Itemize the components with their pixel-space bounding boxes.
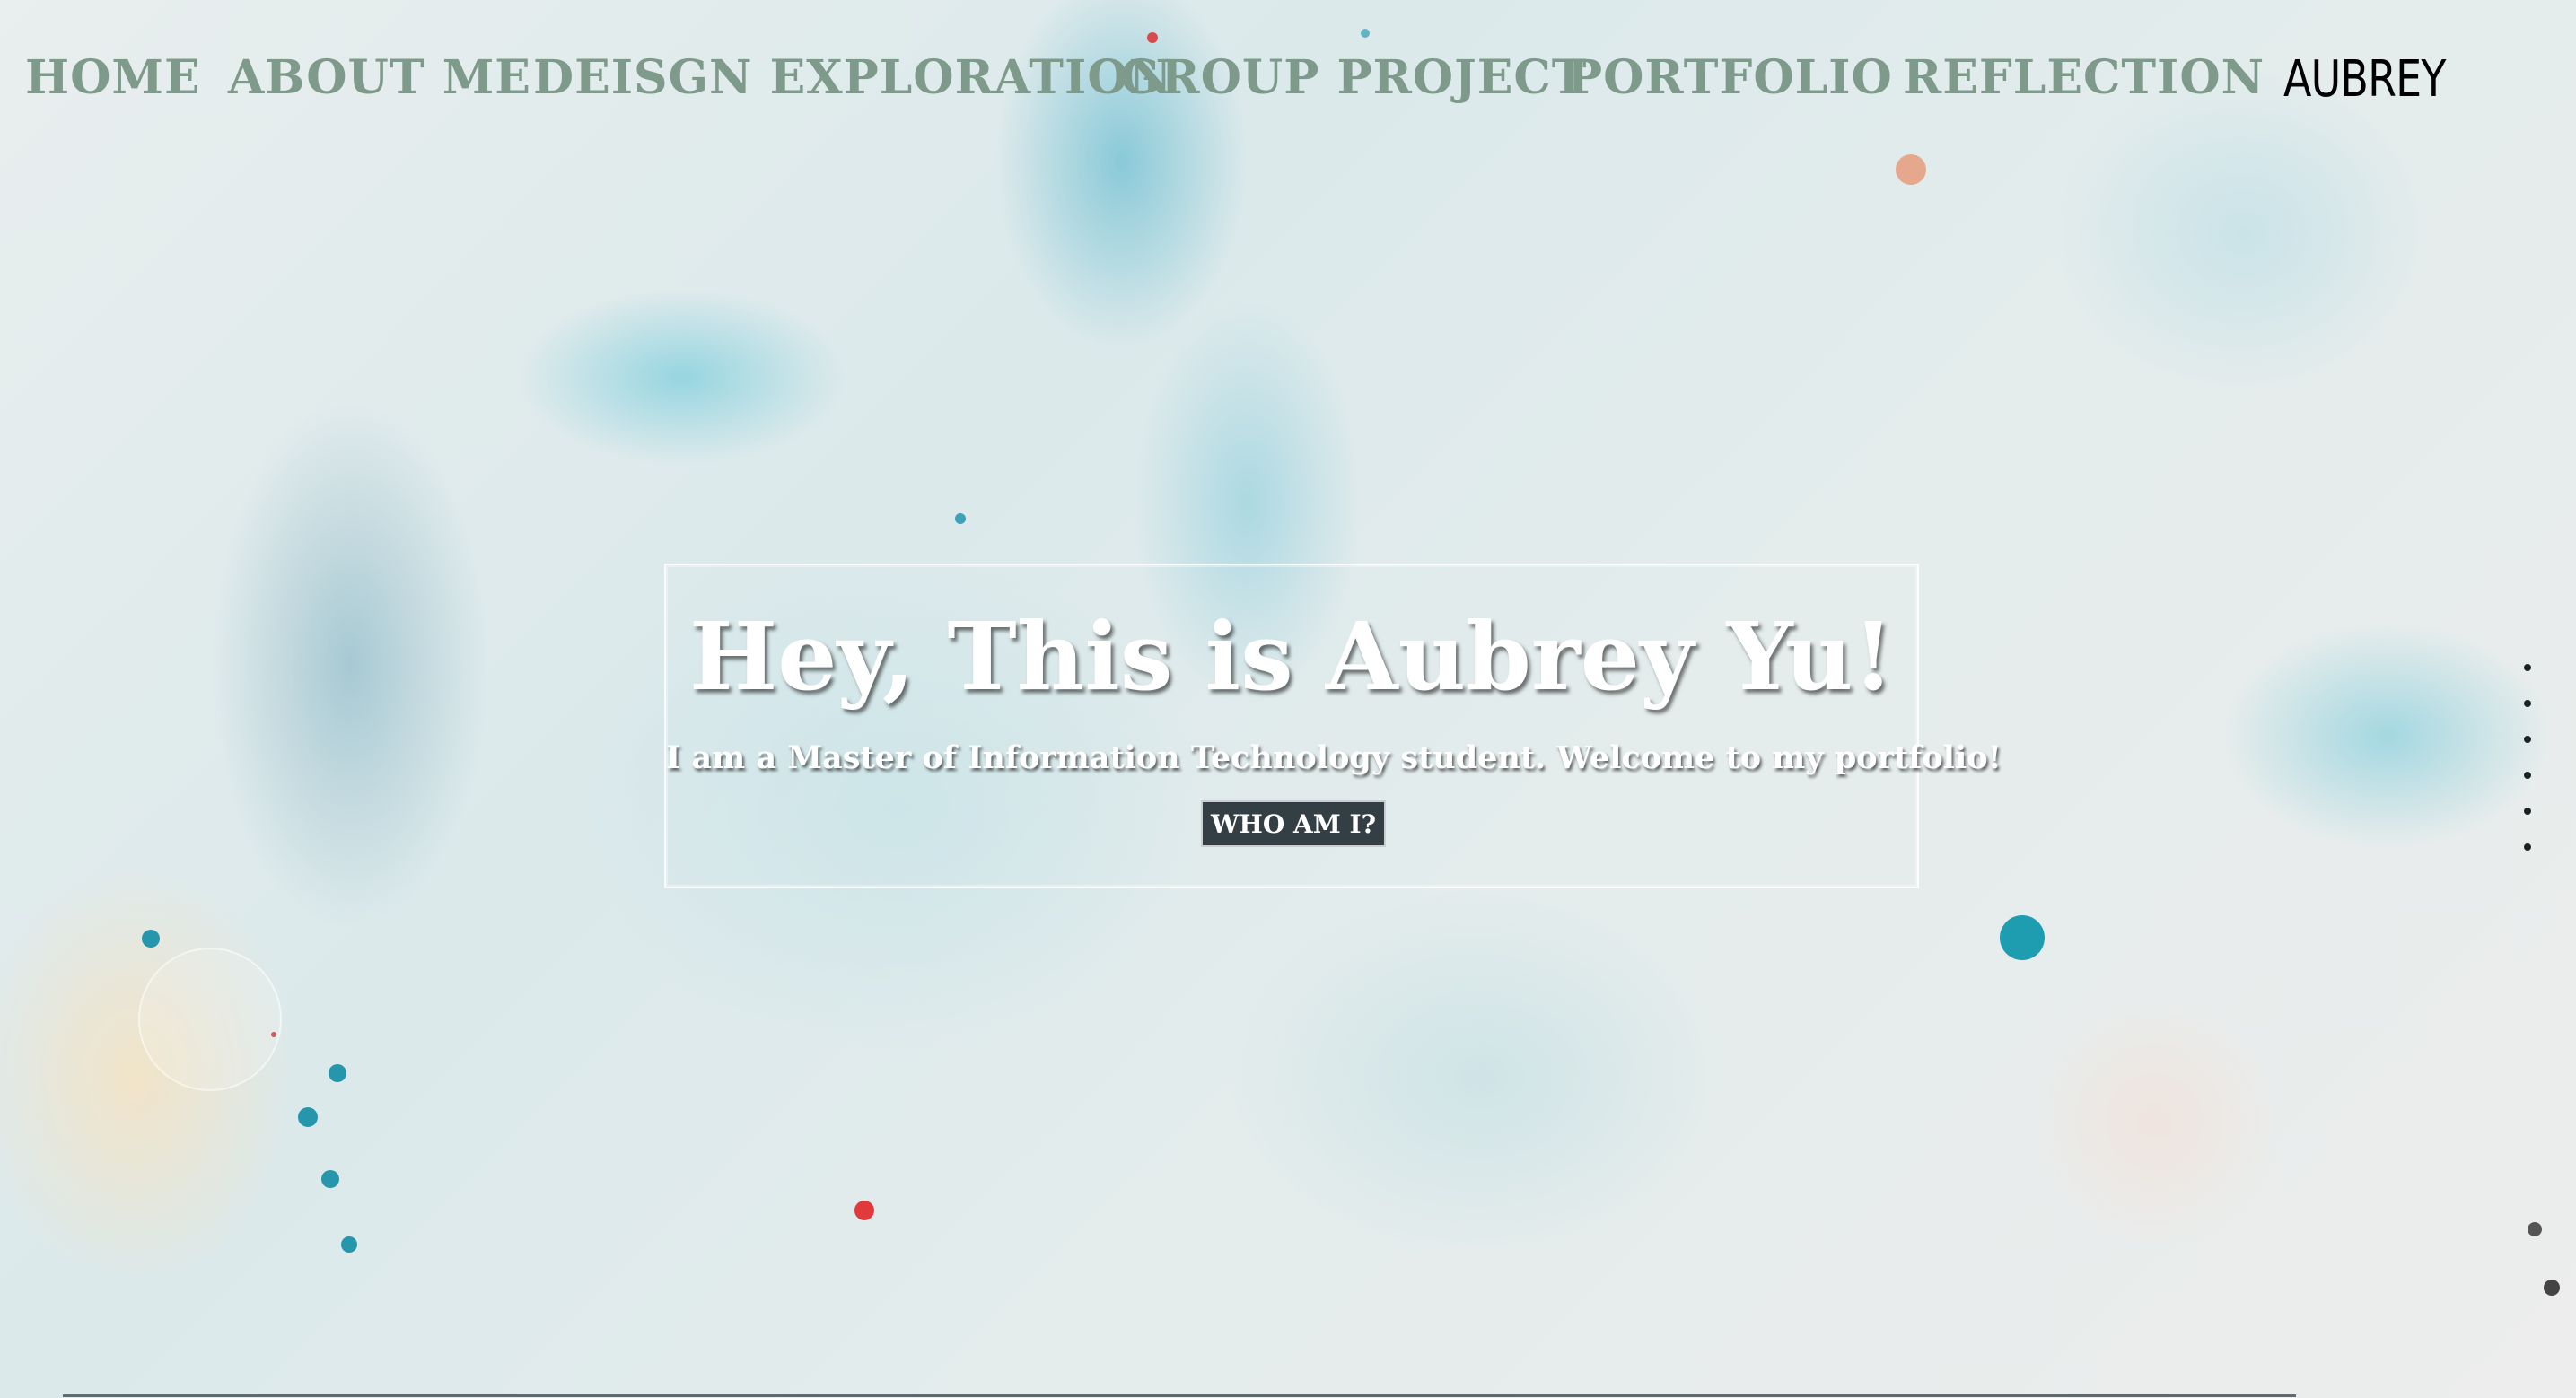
site-logo[interactable]: AUBREY xyxy=(2283,50,2446,109)
hero-card: Hey, This is Aubrey Yu! I am a Master of… xyxy=(664,564,2002,888)
hero-subtitle: I am a Master of Information Technology … xyxy=(666,739,2002,776)
paint-droplet xyxy=(321,1170,339,1188)
paint-droplet xyxy=(854,1201,874,1220)
nav-item-reflection[interactable]: REFLECTION xyxy=(1903,50,2265,105)
nav-item-about-me[interactable]: ABOUT ME xyxy=(228,50,531,105)
paint-droplet xyxy=(2528,1222,2542,1236)
paint-droplet xyxy=(142,930,160,948)
page-bottom-divider xyxy=(63,1394,2296,1397)
hero-title: Hey, This is Aubrey Yu! xyxy=(689,601,1894,712)
nav-item-portfolio[interactable]: PORTFOLIO xyxy=(1567,50,1893,105)
paint-droplet xyxy=(341,1236,357,1253)
paint-bubble xyxy=(138,948,282,1091)
paint-droplet xyxy=(2544,1280,2560,1296)
dot-icon[interactable] xyxy=(2524,843,2531,851)
paint-droplet xyxy=(298,1107,318,1127)
paint-droplet xyxy=(955,513,966,524)
who-am-i-button[interactable]: WHO AM I? xyxy=(1201,800,1386,847)
dot-icon[interactable] xyxy=(2524,700,2531,707)
paint-droplet xyxy=(1361,29,1370,38)
paint-droplet xyxy=(329,1064,346,1082)
dot-icon[interactable] xyxy=(2524,772,2531,779)
dot-icon[interactable] xyxy=(2524,664,2531,671)
nav-item-group-project[interactable]: GROUP PROJECT xyxy=(1120,50,1587,105)
paint-droplet xyxy=(1147,32,1158,43)
dot-icon[interactable] xyxy=(2524,808,2531,815)
paint-droplet xyxy=(2000,915,2045,960)
paint-droplet xyxy=(1896,154,1926,185)
nav-item-design-exploration[interactable]: DEISGN EXPLORATION xyxy=(533,50,1172,105)
dot-icon[interactable] xyxy=(2524,736,2531,743)
nav-item-home[interactable]: HOME xyxy=(25,50,201,105)
